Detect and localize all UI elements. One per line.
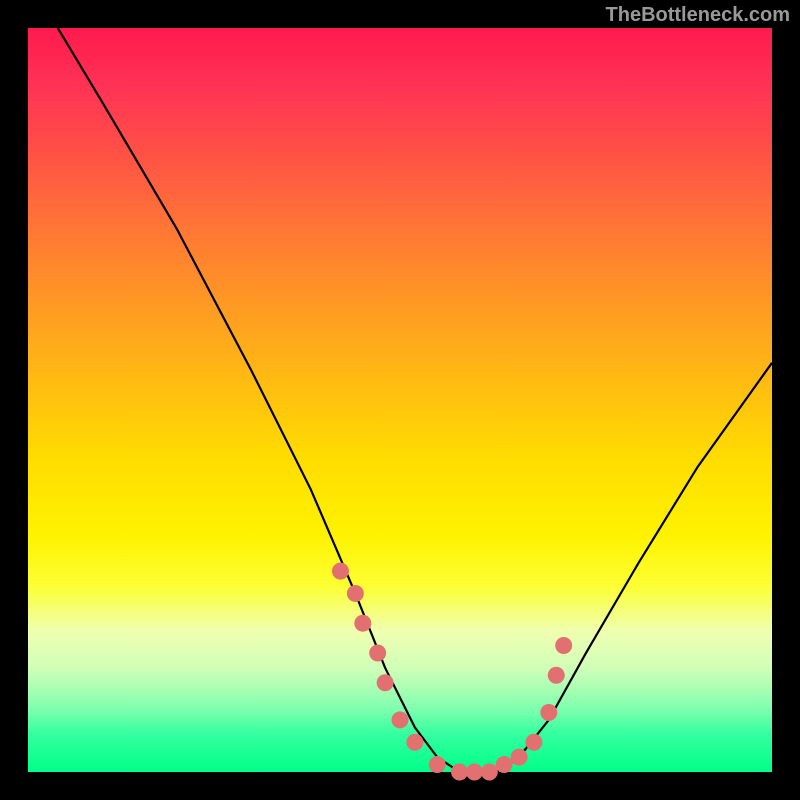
scatter-dot (540, 704, 557, 721)
scatter-dots (332, 563, 572, 781)
scatter-dot (496, 756, 513, 773)
scatter-dot (548, 667, 565, 684)
scatter-dot (347, 585, 364, 602)
scatter-dot (377, 674, 394, 691)
scatter-dot (332, 563, 349, 580)
plot-area (28, 28, 772, 772)
scatter-dot (466, 764, 483, 781)
chart-svg (28, 28, 772, 772)
scatter-dot (429, 756, 446, 773)
scatter-dot (525, 734, 542, 751)
scatter-dot (369, 644, 386, 661)
scatter-dot (406, 734, 423, 751)
scatter-dot (511, 749, 528, 766)
watermark-text: TheBottleneck.com (606, 4, 790, 27)
curve-line (58, 28, 772, 772)
scatter-dot (354, 615, 371, 632)
scatter-dot (481, 764, 498, 781)
scatter-dot (451, 764, 468, 781)
scatter-dot (555, 637, 572, 654)
scatter-dot (392, 711, 409, 728)
